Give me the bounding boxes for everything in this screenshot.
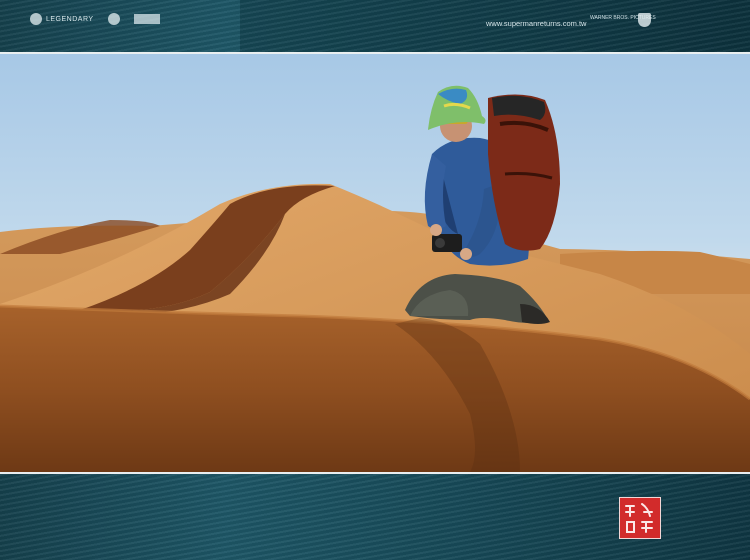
legendary-logo-text: LEGENDARY — [46, 15, 94, 23]
website-url[interactable]: www.supermanreturns.com.tw — [486, 19, 586, 28]
legendary-icon — [30, 13, 42, 25]
studio-logo-2 — [107, 13, 120, 25]
desert-photo — [0, 54, 750, 472]
wb-shield-icon — [638, 13, 651, 27]
shell-icon — [107, 13, 120, 25]
box-logo-icon — [133, 14, 160, 24]
logo-row: LEGENDARY — [30, 13, 160, 25]
top-banner: LEGENDARY www.supermanreturns.com.tw WAR… — [0, 0, 750, 52]
desert-scene — [0, 85, 750, 472]
studio-logo-3 — [133, 14, 160, 24]
legendary-logo: LEGENDARY — [30, 13, 94, 25]
red-chop-seal-icon — [619, 497, 661, 539]
